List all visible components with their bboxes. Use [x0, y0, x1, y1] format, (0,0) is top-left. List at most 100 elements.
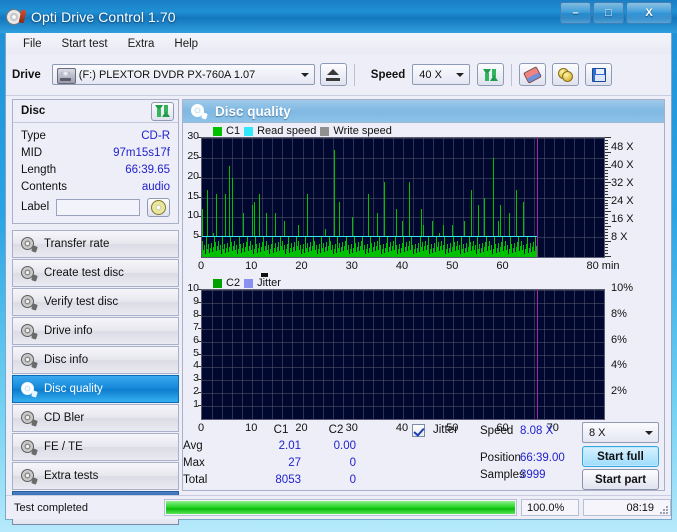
ytick-label: 4 — [193, 359, 199, 372]
ruler-tick — [605, 193, 608, 195]
speed-select[interactable]: 40 X — [412, 64, 471, 85]
sidebar-item-cd-bler[interactable]: CD Bler — [12, 404, 179, 432]
sidebar-item-disc-quality[interactable]: Disc quality — [12, 375, 179, 403]
menu-help[interactable]: Help — [165, 36, 207, 52]
stats-col-c1: C1 — [273, 424, 289, 436]
statistics-area: C1 C2 Avg 2.01 0.00 Max 27 0 Total 8053 … — [183, 418, 664, 490]
eject-button[interactable] — [319, 63, 347, 86]
rtick-label: 48 X — [611, 141, 634, 154]
progress-percent: 100.0% — [521, 499, 579, 516]
c1-spike — [224, 193, 226, 238]
ytick-mark — [198, 405, 201, 407]
rtick-label: 24 X — [611, 195, 634, 208]
disc-info-rows: Type CD-R MID 97m15s17f Length 66:39.65 … — [13, 123, 178, 223]
disc-row-value: CD-R — [141, 129, 170, 142]
drive-select[interactable]: (F:) PLEXTOR DVDR PX-760A 1.07 — [51, 64, 315, 85]
test-speed-value: 8 X — [589, 426, 606, 439]
disc-label-button[interactable] — [146, 197, 170, 217]
disc-test-icon — [21, 382, 38, 398]
legend-swatch — [244, 126, 254, 136]
start-full-button[interactable]: Start full — [582, 446, 659, 467]
ytick-mark — [198, 327, 201, 329]
jitter-checkbox[interactable] — [412, 424, 425, 437]
legend-swatch — [244, 278, 254, 288]
panel-header: Disc quality — [183, 100, 664, 123]
resize-grip-icon[interactable] — [658, 504, 668, 514]
ytick-mark — [198, 289, 201, 290]
disc-label-key: Label — [21, 201, 50, 213]
ytick-mark — [198, 236, 201, 238]
sidebar-item-drive-info[interactable]: Drive info — [12, 317, 179, 345]
eject-icon — [326, 68, 341, 81]
c1-spike — [352, 217, 354, 238]
c1-spike — [498, 221, 499, 238]
rtick-label: 10% — [611, 282, 634, 294]
menu-start-test[interactable]: Start test — [53, 36, 117, 52]
chart-plot-1 — [201, 289, 605, 420]
disc-refresh-button[interactable] — [151, 101, 174, 121]
menu-extra[interactable]: Extra — [119, 36, 164, 52]
disc-row-value: 66:39.65 — [125, 163, 170, 176]
ruler-tick — [605, 223, 608, 225]
ytick-label: 10 — [187, 209, 199, 222]
legend-label: Jitter — [257, 277, 281, 289]
minimize-button[interactable]: – — [560, 2, 591, 24]
sidebar-item-verify-test-disc[interactable]: Verify test disc — [12, 288, 179, 316]
coins-icon — [558, 67, 574, 82]
c1-spike — [477, 205, 479, 238]
sidebar-item-fe-te[interactable]: FE / TE — [12, 433, 179, 461]
disc-test-icon — [21, 237, 38, 253]
sidebar-item-label: Create test disc — [44, 267, 124, 279]
xtick-label: 10 — [245, 260, 258, 272]
c1-spike — [470, 189, 472, 238]
extra-tools-button[interactable] — [552, 63, 580, 86]
test-speed-select[interactable]: 8 X — [582, 422, 659, 443]
save-button[interactable] — [585, 63, 613, 86]
c1-spike — [377, 213, 379, 238]
ruler-tick — [605, 238, 608, 240]
disc-test-icon — [21, 295, 38, 311]
c1-spike — [493, 157, 495, 238]
ruler-tick — [605, 205, 608, 207]
maximize-button[interactable]: □ — [593, 2, 624, 24]
disc-label-input[interactable] — [56, 198, 141, 216]
application-window: Opti Drive Control 1.70 – □ X File Start… — [0, 0, 677, 532]
rtick-label: 4% — [611, 359, 627, 372]
ytick-label: 15 — [187, 189, 199, 202]
sidebar-item-transfer-rate[interactable]: Transfer rate — [12, 230, 179, 258]
refresh-button[interactable] — [477, 63, 505, 86]
disc-test-icon — [21, 324, 38, 340]
ruler-tick — [605, 140, 608, 141]
sidebar-item-disc-info[interactable]: Disc info — [12, 346, 179, 374]
toolbar-divider-1 — [353, 63, 355, 86]
ruler-tick — [605, 145, 608, 147]
speed-readout-label: Speed — [480, 425, 514, 437]
c1-spike — [306, 193, 308, 238]
c1-spike — [229, 165, 231, 238]
erase-button[interactable] — [519, 63, 547, 86]
c1-spike — [431, 221, 433, 238]
start-part-button[interactable]: Start part — [582, 469, 659, 490]
position-marker — [536, 138, 538, 257]
sidebar-item-label: Drive info — [44, 325, 93, 337]
gridline-h — [202, 197, 604, 199]
ruler-tick — [605, 196, 611, 198]
status-bar: Test completed 100.0% 08:19 — [6, 495, 671, 519]
drive-toolbar: Drive (F:) PLEXTOR DVDR PX-760A 1.07 Spe… — [6, 54, 671, 96]
xtick-label: 60 — [496, 260, 509, 272]
ytick-label: 3 — [193, 372, 199, 385]
xtick-label: 0 — [197, 260, 205, 272]
c1-spike — [254, 201, 256, 238]
ytick-label: 20 — [187, 169, 199, 182]
ruler-tick — [605, 163, 608, 165]
menu-file[interactable]: File — [14, 36, 51, 52]
position-value: 66:39.00 — [520, 452, 565, 464]
disc-test-icon — [21, 469, 38, 485]
gridline-h — [202, 177, 604, 179]
sidebar-item-create-test-disc[interactable]: Create test disc — [12, 259, 179, 287]
ruler-tick — [605, 253, 608, 254]
rtick-label: 16 X — [611, 213, 634, 226]
sidebar-item-extra-tests[interactable]: Extra tests — [12, 462, 179, 490]
close-button[interactable]: X — [626, 2, 672, 24]
gridline-h — [202, 354, 604, 356]
